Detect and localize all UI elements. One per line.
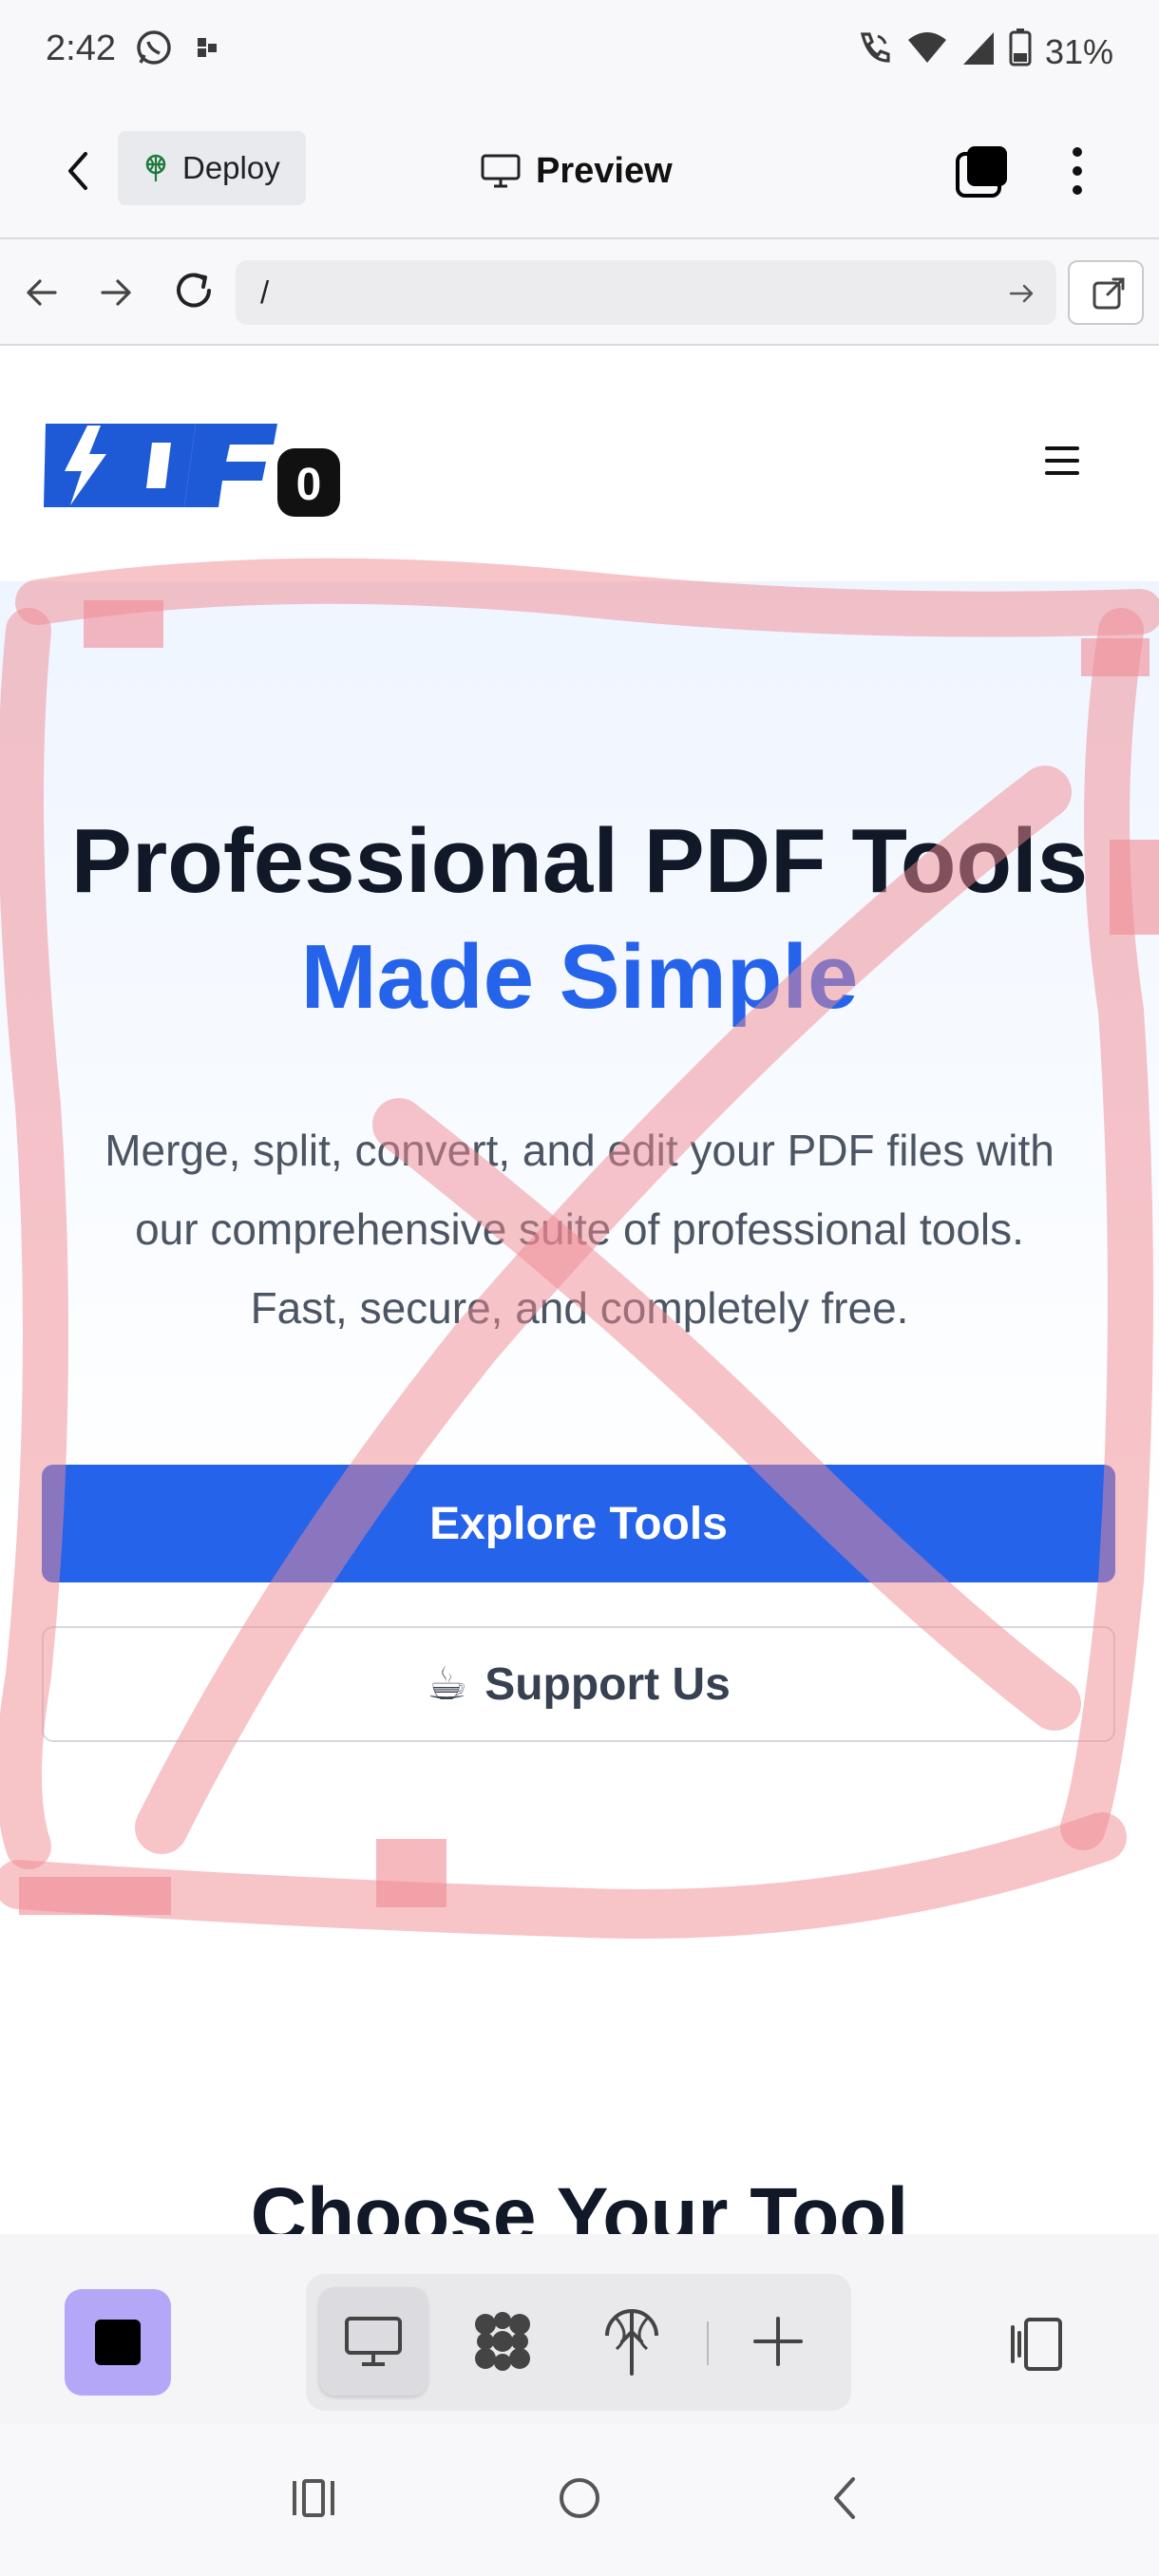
blob-grid-icon xyxy=(475,2312,530,2371)
go-arrow-icon[interactable] xyxy=(1007,279,1036,308)
section-title: Choose Your Tool xyxy=(250,2172,909,2234)
explore-tools-button[interactable]: Explore Tools xyxy=(42,1465,1115,1582)
browser-back-button[interactable] xyxy=(21,272,63,313)
hero-title-line2: Made Simple xyxy=(300,926,859,1028)
deploy-icon xyxy=(145,154,166,181)
battery-icon xyxy=(1009,28,1032,75)
url-text: / xyxy=(260,275,270,310)
whatsapp-icon xyxy=(135,28,173,71)
preview-label: Preview xyxy=(536,150,673,191)
coffee-icon: ☕ xyxy=(427,1659,468,1710)
plus-icon xyxy=(753,2317,803,2366)
browser-url-bar: / xyxy=(0,239,1159,346)
support-us-label: Support Us xyxy=(484,1658,731,1710)
more-options-button[interactable] xyxy=(1056,141,1098,201)
components-button[interactable] xyxy=(448,2287,557,2396)
bottom-toolbar xyxy=(0,2234,1159,2438)
desktop-view-button[interactable] xyxy=(319,2287,428,2396)
tabs-icon xyxy=(956,146,1007,198)
system-navigation-bar xyxy=(0,2432,1159,2576)
reload-icon xyxy=(177,273,211,308)
monitor-icon xyxy=(345,2317,402,2366)
browser-forward-button[interactable] xyxy=(95,272,137,313)
logo-badge-text: 0 xyxy=(296,460,322,510)
deploy-globe-icon xyxy=(605,2309,658,2376)
deploy-tool-button[interactable] xyxy=(578,2287,686,2396)
arrow-left-icon xyxy=(27,279,57,306)
signal-icon xyxy=(961,28,996,75)
notification-dot-icon xyxy=(194,34,220,66)
hamburger-icon xyxy=(1045,446,1079,450)
stop-icon xyxy=(95,2320,141,2365)
web-preview: 0 Professional PDF Tools Made Simple Mer… xyxy=(0,346,1159,2234)
preview-title: Preview xyxy=(481,141,673,201)
open-external-button[interactable] xyxy=(1068,260,1144,325)
status-time: 2:42 xyxy=(46,28,116,68)
support-us-button[interactable]: ☕ Support Us xyxy=(42,1626,1115,1742)
tabs-switcher-button[interactable] xyxy=(954,142,1011,199)
battery-percent: 31% xyxy=(1044,31,1113,71)
stop-button[interactable] xyxy=(65,2289,171,2396)
system-back-button[interactable] xyxy=(823,2473,868,2523)
monitor-icon xyxy=(481,154,521,188)
status-bar: 2:42 31% xyxy=(0,0,1159,103)
site-header: 0 xyxy=(0,346,1159,581)
back-button[interactable] xyxy=(53,144,106,198)
app-toolbar: Deploy Preview xyxy=(0,103,1159,239)
recents-icon xyxy=(293,2479,334,2517)
wifi-icon xyxy=(906,28,948,75)
hero-section xyxy=(0,581,1159,1531)
deploy-button[interactable]: Deploy xyxy=(118,131,306,205)
reload-button[interactable] xyxy=(171,268,217,313)
recent-apps-button[interactable] xyxy=(291,2475,336,2521)
home-button[interactable] xyxy=(557,2473,602,2523)
external-link-icon xyxy=(1092,277,1125,310)
view-switcher xyxy=(306,2274,851,2411)
add-button[interactable] xyxy=(724,2287,832,2396)
back-chevron-icon xyxy=(834,2477,855,2519)
screen: 2:42 31% Deploy Preview / 0 Professional… xyxy=(0,0,1159,2576)
home-circle-icon xyxy=(560,2478,599,2518)
deploy-label: Deploy xyxy=(182,150,280,185)
menu-button[interactable] xyxy=(1045,446,1079,475)
hero-subtitle: Merge, split, convert, and edit your PDF… xyxy=(104,1126,1054,1333)
arrow-right-icon xyxy=(101,279,131,306)
side-panel-button[interactable] xyxy=(1005,2314,1066,2375)
pdf-logo-icon: 0 xyxy=(44,424,340,517)
more-vertical-icon xyxy=(1073,147,1082,195)
url-input[interactable]: / xyxy=(236,260,1056,325)
site-logo[interactable]: 0 xyxy=(44,412,348,526)
side-panel-icon xyxy=(1011,2318,1062,2371)
wifi-calling-icon xyxy=(855,28,893,75)
hero-title-line1: Professional PDF Tools xyxy=(70,810,1089,912)
chevron-left-icon xyxy=(68,152,87,190)
